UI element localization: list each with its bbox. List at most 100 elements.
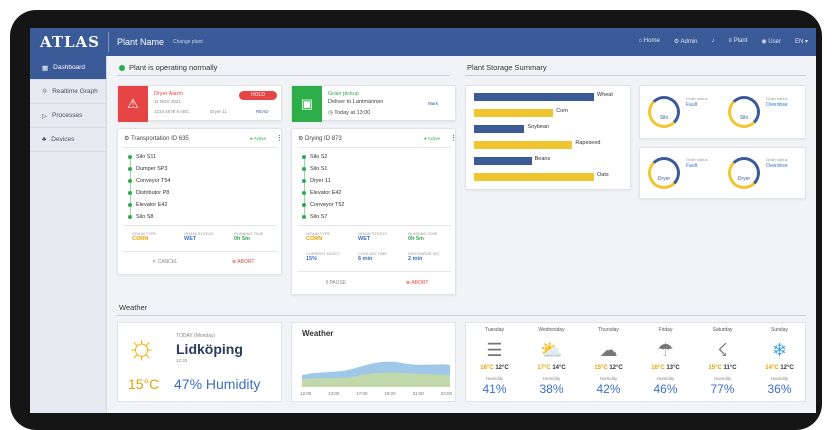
storage-bar: [474, 173, 594, 181]
app-logo[interactable]: ATLAS: [40, 33, 100, 51]
snow-icon: ❄: [771, 340, 788, 360]
transport-card[interactable]: ⚙ Transportation ID 635 ● Active ⋮ Silo …: [117, 128, 283, 275]
stat-grain-type: GRAIN TYPE CORN: [132, 231, 156, 242]
day-humidity-label: Humidity: [656, 376, 675, 381]
stat-discharge: DISCHARGE INT. 2 min: [408, 251, 440, 262]
status-dot: [119, 64, 125, 71]
stat-value: 15%: [306, 256, 318, 262]
pause-button[interactable]: ‖ PAUSE: [326, 280, 346, 286]
alarm-meta-1: 1234 5678 9 ABC: [154, 109, 190, 114]
stat-value: 0h 5m: [234, 236, 250, 242]
weather-graph-title: Weather: [302, 329, 334, 338]
device-card-dryer[interactable]: Dryer Grain status Fault Dryer Grain stat…: [639, 147, 806, 199]
grain-pickup-card[interactable]: ▣ Grain pickup Deliver to Lantmännen ◷ T…: [291, 85, 456, 122]
sidebar-item-dashboard[interactable]: ▦ Dashboard: [30, 56, 106, 80]
dryer-gauge-2: Dryer: [728, 157, 760, 189]
route-item-label: Dumper SP3: [136, 166, 168, 172]
day-humidity-label: Humidity: [713, 376, 732, 381]
status-underline: [117, 75, 450, 76]
sidebar-item-label: Dashboard: [53, 64, 85, 71]
sidebar-item-realtime-graph[interactable]: ⛗ Realtime Graph: [30, 80, 106, 104]
device-value: Overdose: [766, 102, 788, 108]
abort-button[interactable]: ⊗ ABORT: [232, 259, 254, 265]
graph-ticks: 12:00 13:00 17:00 19:00 21:00 23:00: [300, 391, 452, 396]
nav-user[interactable]: ◉ User: [761, 38, 781, 45]
language-select[interactable]: EN ▾: [795, 38, 808, 45]
device-name: Silo: [739, 115, 749, 121]
sun-icon: ☼: [126, 328, 158, 366]
city-name: Lidköping: [176, 341, 243, 357]
day-high: 17°C: [537, 365, 551, 371]
route-item-label: Silo S1: [310, 166, 328, 172]
storage-bar-label: Soybean: [527, 124, 550, 130]
stat-value: WET: [184, 236, 197, 242]
cloud-icon: ☁: [599, 340, 618, 360]
devices-icon: ♣: [42, 136, 47, 143]
device-label: Grain status: [766, 96, 788, 101]
route-item: Distributor P8: [128, 190, 169, 196]
day-name: Saturday: [712, 327, 733, 333]
dryer-alarm-card[interactable]: ⚠ Dryer Alarm 11 NOV 2021 1234 5678 9 AB…: [117, 85, 282, 122]
day-name: Tuesday: [485, 327, 504, 333]
storage-bar: [474, 141, 573, 149]
day-high: 14°C: [765, 365, 779, 371]
alarm-meta-2: Dryer 11: [210, 109, 227, 114]
storage-bar-label: Oats: [597, 172, 609, 178]
mark-link[interactable]: Mark: [428, 101, 438, 106]
device-info: Grain status Overdose: [766, 157, 788, 169]
hold-button[interactable]: HOLD: [239, 91, 277, 100]
route-item: Silo S2: [302, 154, 327, 160]
storage-title: Plant Storage Summary: [467, 63, 547, 72]
screen: ATLAS Plant Name Change plant ⌂ Home ⚙ A…: [30, 28, 816, 413]
day-high: 16°C: [480, 365, 494, 371]
device-name: Dryer: [657, 176, 671, 182]
weather-underline: [117, 315, 806, 316]
sidebar-item-label: Realtime Graph: [52, 88, 98, 95]
forecast-day: Tuesday ☰ 16°C 12°C Humidity 41%: [466, 323, 523, 401]
device-info: Grain status Fault: [686, 96, 708, 108]
sidebar-item-label: Processes: [52, 112, 83, 119]
cancel-button[interactable]: ✕ CANCEL: [152, 259, 178, 265]
alarm-read-link[interactable]: READ: [256, 109, 269, 114]
device-label: Grain status: [686, 96, 708, 101]
bell-icon[interactable]: ♪: [712, 38, 715, 45]
route-item-label: Silo S7: [310, 214, 328, 220]
more-icon[interactable]: ⋮: [450, 134, 457, 142]
day-humidity: 77%: [710, 382, 735, 396]
card-divider: [298, 147, 451, 148]
today-temp: 15°C: [128, 376, 160, 392]
nav-plant[interactable]: ≡ Plant: [729, 38, 748, 45]
route-item-label: Conveyor T54: [136, 178, 171, 184]
route-item: Silo S11: [128, 154, 156, 160]
drying-card[interactable]: ⚙ Drying ID 873 ● Active ⋮ Silo S2 Silo …: [291, 128, 457, 295]
route-dot: [128, 167, 132, 171]
device-card-silo[interactable]: Silo Grain status Fault Silo Grain status…: [639, 85, 806, 139]
day-high: 16°C: [651, 365, 665, 371]
sidebar-item-devices[interactable]: ♣ Devices: [30, 128, 106, 152]
day-name: Wednesday: [538, 327, 565, 333]
nav-admin[interactable]: ⚙ Admin: [674, 38, 698, 45]
day-humidity-label: Humidity: [485, 376, 504, 381]
sidebar-item-processes[interactable]: ▷ Processes: [30, 104, 106, 128]
day-name: Thursday: [598, 327, 619, 333]
route-item-label: Silo S2: [310, 154, 328, 160]
day-humidity: 42%: [596, 382, 621, 396]
sidebar: ▦ Dashboard ⛗ Realtime Graph ▷ Processes ♣ D…: [30, 56, 107, 413]
more-icon[interactable]: ⋮: [276, 134, 283, 142]
stat-current-moisture: CURRENT MOIST. 15%: [306, 251, 340, 262]
alarm-icon: ⚠: [118, 86, 148, 122]
nav-home[interactable]: ⌂ Home: [638, 38, 659, 45]
cancel-label: CANCEL: [157, 259, 178, 265]
route-item: Conveyor T54: [128, 178, 170, 184]
storage-bar: [474, 125, 525, 133]
day-high: 15°C: [594, 365, 608, 371]
device-value: Fault: [686, 163, 698, 169]
today-humidity: 47% Humidity: [174, 376, 261, 392]
abort-button[interactable]: ⊗ ABORT: [406, 280, 428, 286]
change-plant-link[interactable]: Change plant: [173, 39, 203, 45]
route-item: Elevator E42: [302, 190, 342, 196]
device-value: Fault: [686, 102, 698, 108]
route-item: Dumper SP3: [128, 166, 168, 172]
day-temps: 14°C 12°C: [751, 365, 808, 371]
plant-status: Plant is operating normally: [119, 63, 217, 72]
